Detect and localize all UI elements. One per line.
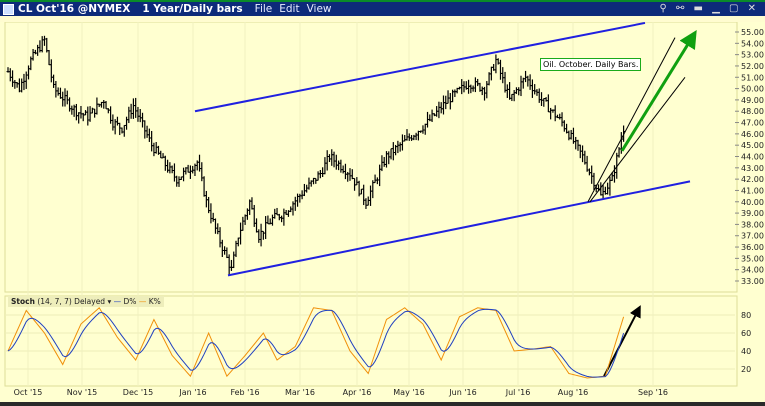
stoch-params: (14, 7, 7) Delayed [37, 297, 106, 306]
green-arrow [620, 30, 697, 152]
x-tick-label: Apr '16 [343, 388, 372, 397]
stoch-legend: Stoch (14, 7, 7) Delayed ▾ — D% — K% [8, 296, 164, 307]
menu-view[interactable]: View [307, 3, 332, 15]
x-tick-label: Aug '16 [558, 388, 589, 397]
y-tick-label: 54.00 [741, 39, 764, 48]
y-tick-label: 40.00 [741, 198, 764, 207]
stoch-k-line [7, 307, 625, 379]
x-tick-label: Mar '16 [285, 388, 315, 397]
x-tick-label: Feb '16 [230, 388, 259, 397]
y-tick-label: 46.00 [741, 130, 764, 139]
y-tick-label: 44.00 [741, 153, 764, 162]
y-tick-label: 33.00 [741, 277, 764, 286]
y-tick-label: 43.00 [741, 164, 764, 173]
d-label: D% [123, 297, 137, 306]
stoch-tick-label: 20 [741, 365, 751, 374]
y-tick-label: 55.00 [741, 28, 764, 37]
y-tick-label: 45.00 [741, 141, 764, 150]
menu-file[interactable]: File [255, 3, 273, 15]
y-tick-label: 47.00 [741, 119, 764, 128]
symbol-title[interactable]: CL Oct'16 @NYMEX [18, 3, 130, 15]
y-tick-label: 42.00 [741, 175, 764, 184]
stoch-tick-label: 80 [741, 311, 751, 320]
y-tick-label: 50.00 [741, 85, 764, 94]
x-tick-label: Jan '16 [178, 388, 206, 397]
y-tick-label: 52.00 [741, 62, 764, 71]
stoch-d-line [7, 308, 625, 378]
x-tick-label: Jun '16 [448, 388, 476, 397]
y-tick-label: 37.00 [741, 232, 764, 241]
stoch-panel [4, 295, 738, 387]
y-tick-label: 53.00 [741, 51, 764, 60]
stoch-label: Stoch [11, 297, 35, 306]
black-arrow [603, 305, 641, 377]
trend-line-lower [589, 76, 686, 203]
y-tick-label: 38.00 [741, 220, 764, 229]
x-tick-label: Oct '15 [14, 388, 43, 397]
y-tick-label: 51.00 [741, 73, 764, 82]
y-tick-label: 34.00 [741, 266, 764, 275]
app-logo-icon [3, 3, 14, 15]
x-tick-label: Dec '15 [123, 388, 153, 397]
y-tick-label: 41.00 [741, 186, 764, 195]
chart-annotation: Oil. October. Daily Bars. [540, 58, 642, 71]
x-tick-label: May '16 [393, 388, 424, 397]
window-controls[interactable]: ⚲ ⚯ ▬ ▁ ▢ ✕ [659, 3, 759, 14]
chart-svg: 55.00 54.00 53.00 52.00 51.00 50.00 49.00 48.00… [4, 21, 764, 397]
chart-area: 55.00 54.00 53.00 52.00 51.00 50.00 49.00 48.00… [0, 21, 765, 402]
k-label: K% [148, 297, 161, 306]
title-bar: CL Oct'16 @NYMEX 1 Year/Daily bars File … [0, 0, 765, 16]
y-tick-label: 35.00 [741, 254, 764, 263]
y-tick-label: 39.00 [741, 209, 764, 218]
x-tick-label: Sep '16 [638, 388, 668, 397]
period-title[interactable]: 1 Year/Daily bars [142, 3, 242, 15]
stoch-tick-label: 60 [741, 329, 751, 338]
menu-edit[interactable]: Edit [279, 3, 299, 15]
y-tick-label: 48.00 [741, 107, 764, 116]
y-tick-label: 49.00 [741, 96, 764, 105]
y-tick-label: 36.00 [741, 243, 764, 252]
x-tick-label: Nov '15 [67, 388, 98, 397]
stoch-tick-label: 40 [741, 347, 751, 356]
x-tick-label: Jul '16 [505, 388, 531, 397]
